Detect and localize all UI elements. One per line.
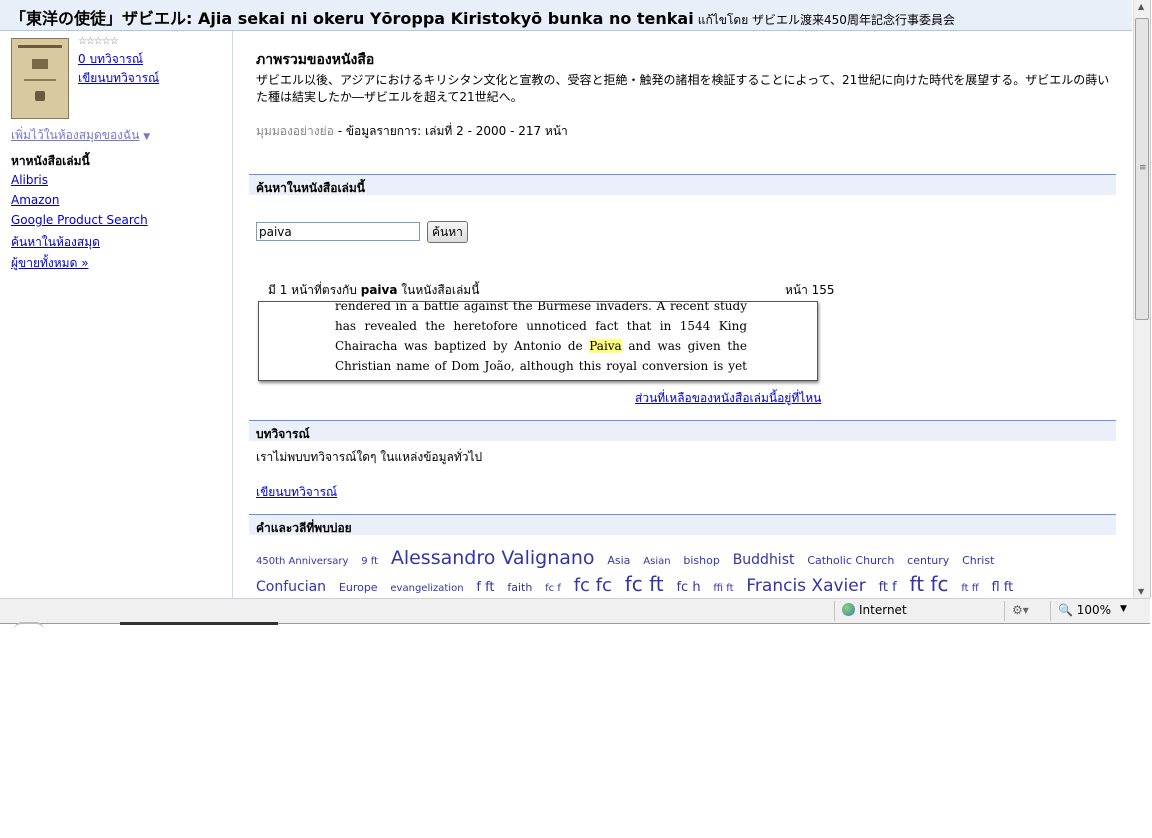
main-content: ภาพรวมของหนังสือ ザビエル以後、アジアにおけるキリシタン文化と宣… (249, 31, 1116, 598)
bibliographic-info: มุมมองอย่างย่อ - ข้อมูลรายการ: เล่มที่ 2… (256, 124, 568, 138)
term-cloud: 450th Anniversary 9 ft Alessandro Valign… (256, 547, 1071, 598)
snippet-line: rendered in a battle against the Burmese… (335, 301, 747, 313)
zoom-dropdown-icon[interactable]: ▼ (1120, 604, 1127, 614)
review-count-link[interactable]: 0 บทวิจารณ์ (78, 50, 143, 69)
term-link[interactable]: 450th Anniversary (256, 556, 348, 567)
no-reviews-text: เราไม่พบบทวิจารณ์ใดๆ ในแหล่งข้อมูลทั่วไป (256, 450, 483, 464)
term-link[interactable]: fl ft (991, 580, 1013, 595)
book-editor: แก้ไขโดย ザビエル渡来450周年記念行事委員会 (697, 13, 955, 27)
result-page-number: หน้า 155 (785, 283, 835, 297)
status-bar: Internet ⚙▾ 🔍 100% ▼ (0, 598, 1150, 624)
vertical-scrollbar[interactable]: ▲ ≡ ▼ (1133, 0, 1150, 598)
term-link[interactable]: Buddhist (733, 552, 795, 568)
write-review-link-main[interactable]: เขียนบทวิจารณ์ (256, 483, 337, 502)
term-link[interactable]: faith (507, 581, 532, 594)
term-link[interactable]: Asia (607, 554, 630, 567)
term-link[interactable]: Confucian (256, 579, 326, 595)
common-terms-header: คำและวลีที่พบบ่อย (249, 514, 1116, 535)
rating-stars-icon: ☆☆☆☆☆ (78, 36, 119, 47)
shop-link-alibris[interactable]: Alibris (11, 173, 48, 187)
term-link[interactable]: bishop (683, 554, 719, 567)
scroll-down-arrow-icon[interactable]: ▼ (1138, 587, 1144, 596)
book-title-bar: 「東洋の使徒」ザビエル: Ajia sekai ni okeru Yōroppa… (0, 0, 1132, 31)
add-to-library-link[interactable]: เพิ่มไว้ในห้องสมุดของฉัน ▼ (11, 126, 150, 145)
term-link[interactable]: f ft (476, 580, 494, 595)
snippet-line: Chairacha was baptized by Antonio de Pai… (335, 339, 747, 353)
search-term-highlight: Paiva (589, 339, 622, 353)
term-link[interactable]: century (907, 554, 949, 567)
search-button[interactable]: ค้นหา (427, 221, 468, 243)
term-link[interactable]: Francis Xavier (746, 576, 865, 596)
shop-link-amazon[interactable]: Amazon (11, 193, 60, 207)
reviews-section-header: บทวิจารณ์ (249, 420, 1116, 441)
zoom-level[interactable]: 🔍 100% (1058, 603, 1111, 617)
grip-icon: ≡ (1139, 163, 1147, 173)
search-in-book-input[interactable] (256, 222, 420, 241)
term-link[interactable]: Europe (339, 581, 378, 594)
term-link[interactable]: ffi ft (713, 583, 733, 594)
term-link[interactable]: fc fc (574, 575, 612, 596)
taskbar-remnant (120, 622, 278, 625)
term-link[interactable]: ft ff (961, 583, 978, 594)
book-title: 「東洋の使徒」ザビエル: Ajia sekai ni okeru Yōroppa… (10, 9, 694, 28)
term-link[interactable]: evangelization (390, 583, 463, 594)
protected-mode-icon[interactable]: ⚙▾ (1012, 603, 1029, 617)
search-section-header: ค้นหาในหนังสือเล่มนี้ (249, 174, 1116, 195)
security-zone[interactable]: Internet (842, 603, 907, 617)
browser-window: 「東洋の使徒」ザビエル: Ajia sekai ni okeru Yōroppa… (0, 0, 1151, 598)
shop-link-google-product-search[interactable]: Google Product Search (11, 213, 148, 227)
book-description: ザビエル以後、アジアにおけるキリシタン文化と宣教の、受容と拒絶・触発の諸相を検証… (256, 73, 1110, 104)
term-link[interactable]: Christ (962, 554, 994, 567)
term-link[interactable]: fc ft (625, 572, 664, 596)
overview-heading: ภาพรวมของหนังสือ (256, 52, 375, 68)
book-cover-thumbnail[interactable] (11, 38, 69, 119)
shop-link-library-search[interactable]: ค้นหาในห้องสมุด (11, 233, 100, 252)
search-result-count: มี 1 หน้าที่ตรงกับ paiva ในหนังสือเล่มนี… (268, 283, 480, 297)
rest-of-book-link[interactable]: ส่วนที่เหลือของหนังสือเล่มนี้อยู่ที่ไหน (635, 389, 821, 408)
term-link[interactable]: fc h (676, 580, 700, 595)
shop-link-all-sellers[interactable]: ผู้ขายทั้งหมด » (11, 254, 89, 273)
term-link[interactable]: Catholic Church (807, 554, 894, 567)
left-sidebar: ☆☆☆☆☆ 0 บทวิจารณ์ เขียนบทวิจารณ์ เพิ่มไว… (0, 31, 233, 598)
term-link[interactable]: Asian (643, 556, 670, 567)
find-book-heading: หาหนังสือเล่มนี้ (11, 154, 90, 168)
search-snippet-image[interactable]: rendered in a battle against the Burmese… (258, 301, 818, 381)
term-link[interactable]: Alessandro Valignano (391, 547, 595, 569)
scrollbar-thumb[interactable]: ≡ (1135, 18, 1149, 320)
view-mode-label: มุมมองอย่างย่อ (256, 124, 334, 138)
write-review-link[interactable]: เขียนบทวิจารณ์ (78, 69, 159, 88)
term-link[interactable]: ft fc (910, 572, 949, 596)
taskbar-remnant (14, 622, 44, 630)
globe-icon (842, 603, 855, 616)
term-link[interactable]: ft f (879, 580, 897, 595)
scroll-up-arrow-icon[interactable]: ▲ (1138, 2, 1144, 11)
term-link[interactable]: 9 ft (361, 556, 378, 567)
term-link[interactable]: fc f (545, 583, 561, 594)
snippet-line: has revealed the heretofore unnoticed fa… (335, 319, 747, 333)
dropdown-arrow-icon: ▼ (143, 132, 151, 142)
snippet-line: Christian name of Dom João, although thi… (335, 359, 747, 373)
